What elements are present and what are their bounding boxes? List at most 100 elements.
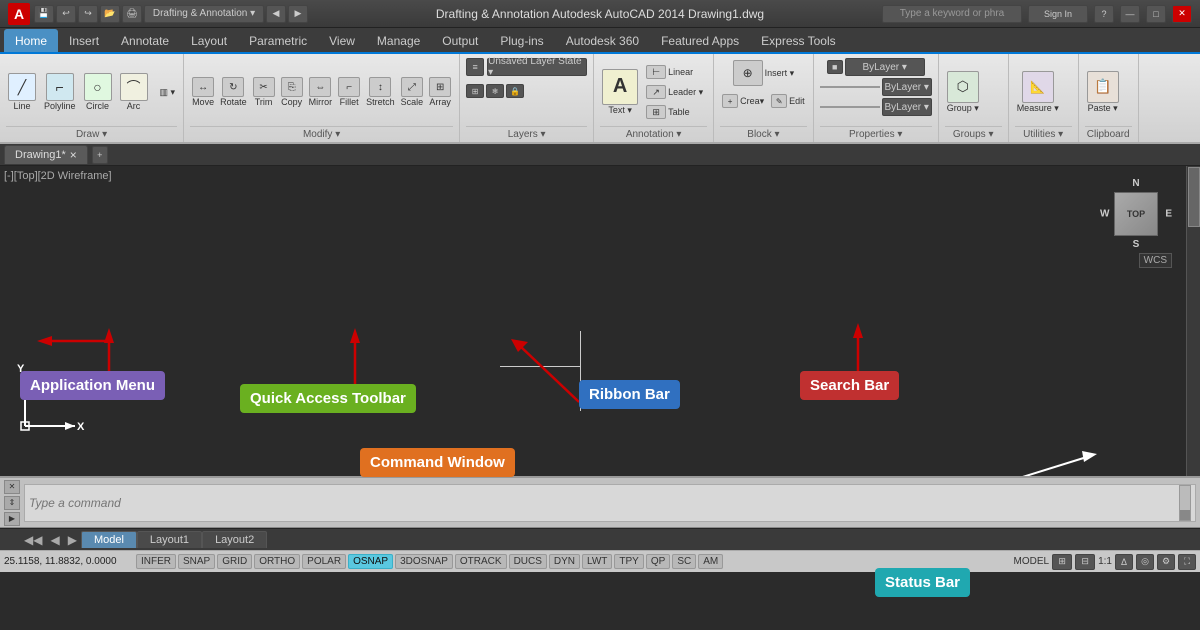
status-osnap[interactable]: OSNAP xyxy=(348,554,393,569)
fwd-icon[interactable]: ▶ xyxy=(288,5,308,23)
tab-express[interactable]: Express Tools xyxy=(750,29,846,52)
nav-cube[interactable]: N S E W TOP WCS xyxy=(1100,178,1172,250)
undo-icon[interactable]: ↩ xyxy=(56,5,76,23)
command-input-area[interactable] xyxy=(24,484,1196,522)
move-button[interactable]: ↔Move xyxy=(190,75,216,109)
layer-icon[interactable]: ≡ xyxy=(466,58,484,76)
tab-model[interactable]: Model xyxy=(81,531,137,548)
insert-button[interactable]: ⊕ Insert ▾ xyxy=(731,58,797,88)
fillet-button[interactable]: ⌐Fillet xyxy=(336,75,362,109)
save-icon[interactable]: 💾 xyxy=(34,5,54,23)
tab-view[interactable]: View xyxy=(318,29,366,52)
sign-in-btn[interactable]: Sign In xyxy=(1028,5,1088,23)
status-qp[interactable]: QP xyxy=(646,554,670,569)
restore-icon[interactable]: □ xyxy=(1146,5,1166,23)
tab-featured[interactable]: Featured Apps xyxy=(650,29,750,52)
copy-button[interactable]: ⎘Copy xyxy=(279,75,305,109)
tab-home[interactable]: Home xyxy=(4,29,58,52)
search-box[interactable]: Type a keyword or phra xyxy=(882,5,1022,23)
scale-button[interactable]: ⤢Scale xyxy=(399,75,426,109)
cube-top[interactable]: TOP xyxy=(1114,192,1158,236)
create-block-btn[interactable]: +Crea▾ xyxy=(720,92,766,110)
tab-layout1[interactable]: Layout1 xyxy=(137,531,202,548)
edit-block-btn[interactable]: ✎Edit xyxy=(769,92,807,110)
status-ortho[interactable]: ORTHO xyxy=(254,554,300,569)
status-3dosnap[interactable]: 3DOSNAP xyxy=(395,554,453,569)
status-lwt[interactable]: LWT xyxy=(582,554,612,569)
command-input[interactable] xyxy=(29,496,1179,510)
tab-output[interactable]: Output xyxy=(431,29,489,52)
more-draw-btn[interactable]: ▥ ▾ xyxy=(158,85,178,100)
bylayer-lw[interactable]: ByLayer ▾ xyxy=(882,98,932,116)
status-am[interactable]: AM xyxy=(698,554,723,569)
close-icon[interactable]: ✕ xyxy=(1172,5,1192,23)
trim-button[interactable]: ✂Trim xyxy=(251,75,277,109)
nav-left-btn[interactable]: ◀◀ xyxy=(20,533,46,547)
polyline-button[interactable]: ⌐ Polyline xyxy=(42,71,78,113)
paste-button[interactable]: 📋 Paste ▾ xyxy=(1085,69,1121,116)
cmd-resize-icon[interactable]: ⇕ xyxy=(4,496,20,510)
viewport-icon[interactable]: ⊞ xyxy=(1052,554,1072,570)
scrollbar-right[interactable] xyxy=(1186,166,1200,476)
tab-layout[interactable]: Layout xyxy=(180,29,238,52)
leader-button[interactable]: ↗ Leader ▾ xyxy=(644,83,705,101)
hardware-icon[interactable]: ⚙ xyxy=(1157,554,1175,570)
cmd-menu-icon[interactable]: ▶ xyxy=(4,512,20,526)
tab-insert[interactable]: Insert xyxy=(58,29,110,52)
status-sc[interactable]: SC xyxy=(672,554,696,569)
scrollbar-thumb[interactable] xyxy=(1188,167,1200,227)
file-tab-drawing1[interactable]: Drawing1* × xyxy=(4,145,88,164)
help-icon[interactable]: ? xyxy=(1094,5,1114,23)
command-scrollbar[interactable] xyxy=(1179,485,1191,521)
anno-scale-icon[interactable]: Δ xyxy=(1115,554,1133,570)
measure-button[interactable]: 📐 Measure ▾ xyxy=(1015,69,1061,116)
bylayer-line[interactable]: ByLayer ▾ xyxy=(882,78,932,96)
table-button[interactable]: ⊞ Table xyxy=(644,103,705,121)
workspace-dropdown[interactable]: Drafting & Annotation ▾ xyxy=(144,5,264,23)
circle-button[interactable]: ○ Circle xyxy=(82,71,114,113)
status-ducs[interactable]: DUCS xyxy=(509,554,547,569)
arc-button[interactable]: ⌒ Arc xyxy=(118,71,150,113)
tab-manage[interactable]: Manage xyxy=(366,29,431,52)
print-icon[interactable]: 🖨 xyxy=(122,5,142,23)
tab-parametric[interactable]: Parametric xyxy=(238,29,318,52)
status-otrack[interactable]: OTRACK xyxy=(455,554,507,569)
status-grid[interactable]: GRID xyxy=(217,554,252,569)
bylayer-color[interactable]: ByLayer ▾ xyxy=(845,58,925,76)
group-button[interactable]: ⬡ Group ▾ xyxy=(945,69,981,116)
status-snap[interactable]: SNAP xyxy=(178,554,215,569)
minimize-icon[interactable]: — xyxy=(1120,5,1140,23)
viewport-icon2[interactable]: ⊟ xyxy=(1075,554,1095,570)
fullscreen-icon[interactable]: ⛶ xyxy=(1178,554,1196,570)
tab-annotate[interactable]: Annotate xyxy=(110,29,180,52)
layer-select[interactable]: Unsaved Layer State ▾ xyxy=(487,58,587,76)
redo-icon[interactable]: ↪ xyxy=(78,5,98,23)
tab-layout2[interactable]: Layout2 xyxy=(202,531,267,548)
back-icon[interactable]: ◀ xyxy=(266,5,286,23)
layer-freeze-btn[interactable]: ❄ xyxy=(486,84,504,98)
status-polar[interactable]: POLAR xyxy=(302,554,346,569)
layer-props-btn[interactable]: ⊞ xyxy=(466,84,484,98)
array-button[interactable]: ⊞Array xyxy=(427,75,453,109)
text-button[interactable]: A Text ▾ xyxy=(600,67,640,118)
status-infer[interactable]: INFER xyxy=(136,554,176,569)
mirror-button[interactable]: ⇔Mirror xyxy=(307,75,335,109)
file-tab-close[interactable]: × xyxy=(70,148,77,162)
color-icon[interactable]: ■ xyxy=(827,60,843,74)
status-tpy[interactable]: TPY xyxy=(614,554,643,569)
open-icon[interactable]: 📂 xyxy=(100,5,120,23)
nav-prev-btn[interactable]: ◀ xyxy=(46,533,63,547)
linear-button[interactable]: ⊢ Linear xyxy=(644,63,705,81)
new-tab-btn[interactable]: + xyxy=(92,146,108,164)
autocad-logo[interactable]: A xyxy=(8,3,30,25)
anno-vis-icon[interactable]: ◎ xyxy=(1136,554,1154,570)
line-button[interactable]: ╱ Line xyxy=(6,71,38,113)
stretch-button[interactable]: ↕Stretch xyxy=(364,75,397,109)
nav-next-btn[interactable]: ▶ xyxy=(64,533,81,547)
rotate-button[interactable]: ↻Rotate xyxy=(218,75,249,109)
tab-autodesk360[interactable]: Autodesk 360 xyxy=(555,29,650,52)
cmd-close-icon[interactable]: ✕ xyxy=(4,480,20,494)
status-dyn[interactable]: DYN xyxy=(549,554,580,569)
layer-lock-btn[interactable]: 🔒 xyxy=(506,84,524,98)
tab-plugins[interactable]: Plug-ins xyxy=(489,29,554,52)
